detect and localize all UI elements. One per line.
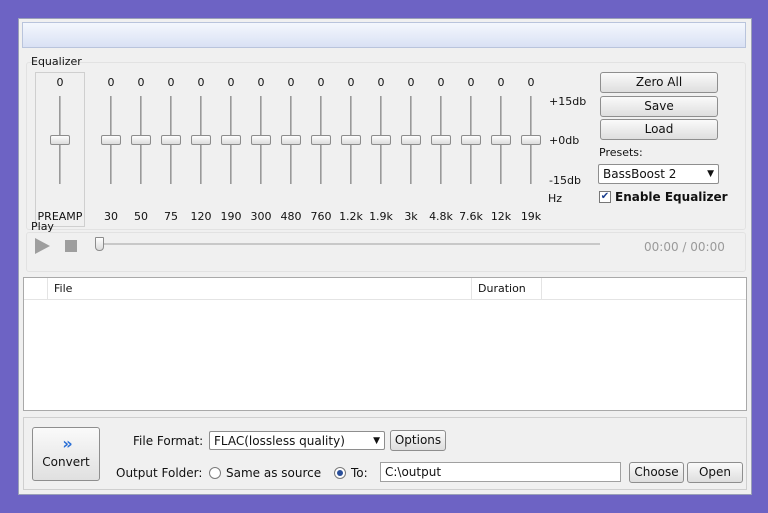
eq-band-slider[interactable]: 0 1.2k (336, 76, 366, 226)
chevron-down-icon: ▼ (373, 436, 380, 446)
eq-band-thumb[interactable] (281, 135, 301, 145)
eq-band-thumb[interactable] (191, 135, 211, 145)
equalizer-group-label: Equalizer (31, 55, 82, 68)
eq-band-thumb[interactable] (131, 135, 151, 145)
eq-band-slider[interactable]: 0 760 (306, 76, 336, 226)
eq-band-value: 0 (497, 76, 505, 89)
chevron-down-icon: ▼ (707, 169, 714, 179)
eq-band-thumb[interactable] (431, 135, 451, 145)
seek-track[interactable] (98, 243, 600, 245)
open-folder-button[interactable]: Open (687, 462, 743, 483)
eq-band-value: 0 (317, 76, 325, 89)
eq-band-thumb[interactable] (491, 135, 511, 145)
eq-band-slider[interactable]: 0 12k (486, 76, 516, 226)
db-label-bottom: -15db (549, 174, 581, 187)
eq-band-value: 0 (467, 76, 475, 89)
enable-equalizer-label: Enable Equalizer (615, 190, 728, 204)
eq-band-slider[interactable]: 0 3k (396, 76, 426, 226)
eq-band-thumb[interactable] (371, 135, 391, 145)
title-bar (22, 22, 746, 48)
file-format-value: FLAC(lossless quality) (214, 434, 345, 448)
play-panel (26, 232, 746, 272)
seek-thumb[interactable] (95, 237, 104, 251)
output-path-input[interactable]: C:\output (380, 462, 621, 482)
enable-equalizer-checkbox[interactable]: ✔ (599, 191, 611, 203)
preamp-thumb[interactable] (50, 135, 70, 145)
eq-band-value: 0 (137, 76, 145, 89)
eq-band-thumb[interactable] (401, 135, 421, 145)
eq-band-slider[interactable]: 0 50 (126, 76, 156, 226)
eq-band-value: 0 (407, 76, 415, 89)
eq-band-value: 0 (287, 76, 295, 89)
file-format-label: File Format: (133, 434, 204, 448)
time-readout: 00:00 / 00:00 (644, 240, 725, 254)
db-label-top: +15db (549, 95, 587, 108)
eq-band-value: 0 (197, 76, 205, 89)
eq-band-slider[interactable]: 0 1.9k (366, 76, 396, 226)
choose-folder-button[interactable]: Choose (629, 462, 684, 483)
presets-dropdown[interactable]: BassBoost 2 ▼ (598, 164, 719, 184)
column-header-duration[interactable]: Duration (472, 278, 542, 300)
eq-band-thumb[interactable] (461, 135, 481, 145)
eq-band-value: 0 (107, 76, 115, 89)
output-to-radio[interactable] (334, 467, 346, 479)
eq-band-value: 0 (167, 76, 175, 89)
checkmark-icon: ✔ (600, 191, 610, 202)
db-label-mid: +0db (549, 134, 580, 147)
output-to-label: To: (351, 466, 368, 480)
convert-label: Convert (42, 455, 90, 469)
eq-band-value: 0 (437, 76, 445, 89)
eq-band-slider[interactable]: 0 30 (96, 76, 126, 226)
stop-icon[interactable] (65, 240, 77, 252)
eq-band-thumb[interactable] (221, 135, 241, 145)
column-header-file[interactable]: File (48, 278, 472, 300)
eq-band-value: 0 (377, 76, 385, 89)
convert-button[interactable]: » Convert (32, 427, 100, 481)
eq-band-value: 0 (257, 76, 265, 89)
same-as-source-radio[interactable] (209, 467, 221, 479)
file-format-dropdown[interactable]: FLAC(lossless quality) ▼ (209, 431, 385, 450)
file-list[interactable]: File Duration (23, 277, 747, 411)
hz-label: Hz (548, 192, 563, 205)
eq-band-thumb[interactable] (521, 135, 541, 145)
eq-band-slider[interactable]: 0 120 (186, 76, 216, 226)
play-group-label: Play (31, 220, 54, 233)
eq-band-thumb[interactable] (101, 135, 121, 145)
double-chevron-right-icon: » (62, 434, 72, 453)
eq-band-thumb[interactable] (161, 135, 181, 145)
eq-band-slider[interactable]: 0 19k (516, 76, 546, 226)
eq-band-value: 0 (227, 76, 235, 89)
output-folder-label: Output Folder: (116, 466, 203, 480)
eq-band-value: 0 (347, 76, 355, 89)
zero-all-button[interactable]: Zero All (600, 72, 718, 93)
same-as-source-label: Same as source (226, 466, 322, 480)
eq-band-slider[interactable]: 0 75 (156, 76, 186, 226)
eq-band-thumb[interactable] (341, 135, 361, 145)
presets-selected-value: BassBoost 2 (603, 167, 677, 181)
preamp-slider[interactable]: 0 PREAMP (38, 76, 83, 226)
eq-band-slider[interactable]: 0 480 (276, 76, 306, 226)
eq-band-thumb[interactable] (311, 135, 331, 145)
eq-band-thumb[interactable] (251, 135, 271, 145)
eq-band-slider[interactable]: 0 4.8k (426, 76, 456, 226)
eq-band-freq-label: 19k (520, 210, 542, 223)
file-list-header: File Duration (24, 278, 746, 300)
play-icon[interactable] (35, 238, 50, 254)
eq-band-slider[interactable]: 0 7.6k (456, 76, 486, 226)
preamp-value: 0 (56, 76, 64, 89)
eq-band-slider[interactable]: 0 300 (246, 76, 276, 226)
save-preset-button[interactable]: Save (600, 96, 718, 117)
presets-label: Presets: (599, 146, 643, 159)
eq-band-value: 0 (527, 76, 535, 89)
list-header-spacer (24, 278, 48, 300)
load-preset-button[interactable]: Load (600, 119, 718, 140)
options-button[interactable]: Options (390, 430, 446, 451)
eq-band-slider[interactable]: 0 190 (216, 76, 246, 226)
